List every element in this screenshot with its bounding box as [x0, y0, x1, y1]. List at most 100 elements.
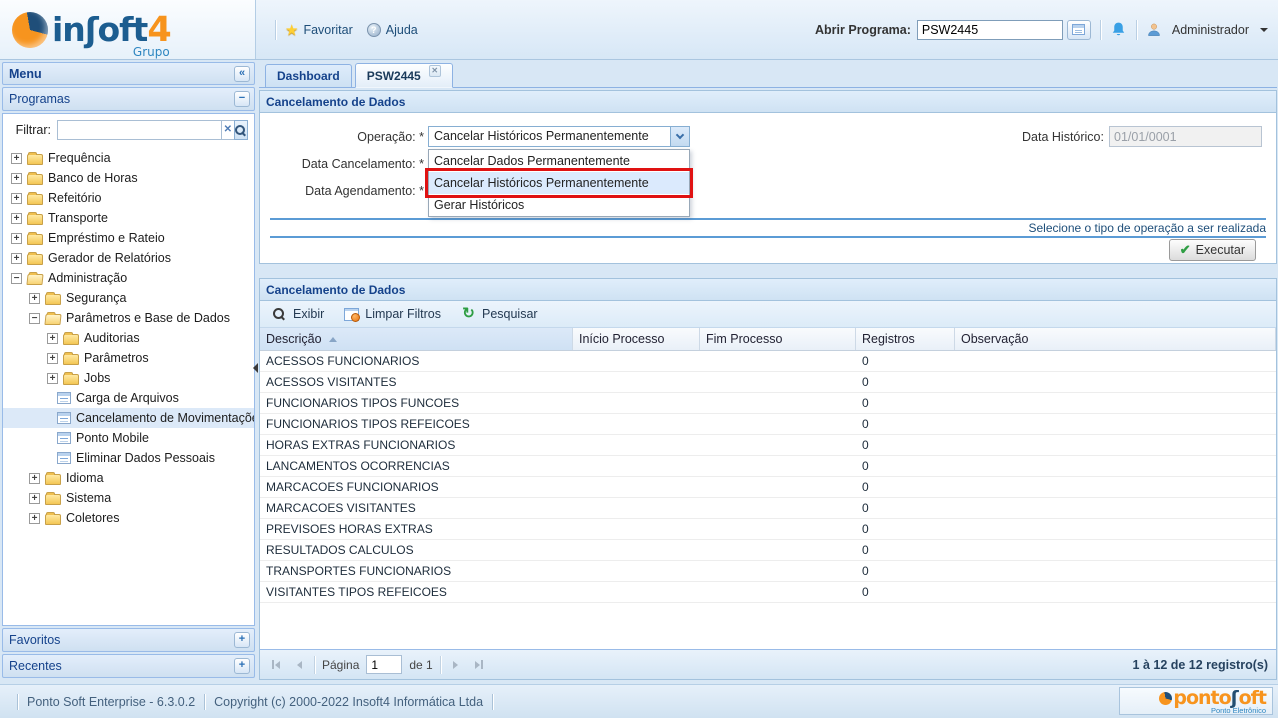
pesquisar-button[interactable]: Pesquisar [453, 305, 546, 323]
column-header-descricao[interactable]: Descrição [260, 328, 573, 350]
tree-item-jobs[interactable]: + Jobs [3, 368, 254, 388]
notifications-button[interactable] [1110, 21, 1127, 38]
tree-item-gerador-de-relatorios[interactable]: + Gerador de Relatórios [3, 248, 254, 268]
executar-button[interactable]: ✔ Executar [1168, 239, 1256, 261]
recentes-header[interactable]: Recentes + [2, 654, 255, 678]
dropdown-option-cancelar-dados-permanentemente[interactable]: Cancelar Dados Permanentemente [429, 150, 689, 172]
next-page-button[interactable] [448, 657, 464, 673]
expand-icon[interactable]: + [11, 252, 22, 264]
favoritar-button[interactable]: ★ Favoritar [285, 21, 353, 39]
folder-icon [45, 471, 61, 485]
first-page-button[interactable] [268, 657, 284, 673]
sidebar-splitter[interactable] [253, 60, 258, 684]
expand-favoritos-button[interactable]: + [234, 632, 250, 648]
expand-icon[interactable]: + [29, 492, 40, 504]
expand-icon[interactable]: + [29, 292, 40, 304]
tree-item-carga-de-arquivos[interactable]: Carga de Arquivos [3, 388, 254, 408]
user-menu[interactable]: Administrador [1146, 22, 1268, 38]
separator [204, 693, 206, 710]
table-row[interactable]: PREVISOES HORAS EXTRAS 0 [260, 519, 1276, 540]
collapse-sidebar-button[interactable]: « [234, 65, 250, 82]
table-row[interactable]: FUNCIONARIOS TIPOS REFEICOES 0 [260, 414, 1276, 435]
tree-item-auditorias[interactable]: + Auditorias [3, 328, 254, 348]
table-row[interactable]: MARCACOES VISITANTES 0 [260, 498, 1276, 519]
clear-filter-button[interactable]: ✕ [221, 120, 234, 140]
tree-item-refeitorio[interactable]: + Refeitório [3, 188, 254, 208]
grid-column-headers: Descrição Início Processo Fim Processo Regi… [260, 328, 1276, 351]
expand-recentes-button[interactable]: + [234, 658, 250, 674]
programs-tree-panel: Filtrar: ✕ + Frequência + Banco de Horas + Re… [2, 113, 255, 626]
tree-item-frequencia[interactable]: + Frequência [3, 148, 254, 168]
filter-search-button[interactable] [233, 120, 248, 140]
program-browse-icon [1072, 24, 1086, 35]
expand-icon[interactable]: + [47, 332, 58, 344]
data-cancelamento-label: Data Cancelamento: * [301, 157, 424, 171]
combo-trigger-button[interactable] [670, 127, 689, 146]
tree-item-idioma[interactable]: + Idioma [3, 468, 254, 488]
separator [1099, 19, 1101, 40]
tree-item-eliminar-dados-pessoais[interactable]: Eliminar Dados Pessoais [3, 448, 254, 468]
favoritos-title: Favoritos [9, 633, 61, 647]
tree-item-emprestimo-e-rateio[interactable]: + Empréstimo e Rateio [3, 228, 254, 248]
favoritos-header[interactable]: Favoritos + [2, 628, 255, 652]
last-page-button[interactable] [471, 657, 487, 673]
tree-item-parametros[interactable]: + Parâmetros [3, 348, 254, 368]
tree-item-seguranca[interactable]: + Segurança [3, 288, 254, 308]
table-row[interactable]: RESULTADOS CALCULOS 0 [260, 540, 1276, 561]
column-header-observacao[interactable]: Observação [955, 328, 1276, 350]
ajuda-button[interactable]: ? Ajuda [366, 22, 418, 37]
collapse-programas-button[interactable]: − [234, 91, 250, 107]
page-number-input[interactable] [366, 655, 403, 674]
exibir-button[interactable]: Exibir [264, 305, 332, 323]
column-header-registros[interactable]: Registros [856, 328, 955, 350]
tree-item-parametros-e-base-de-dados[interactable]: − Parâmetros e Base de Dados [3, 308, 254, 328]
tree-item-transporte[interactable]: + Transporte [3, 208, 254, 228]
expand-icon[interactable]: + [47, 352, 58, 364]
expand-icon[interactable]: + [11, 172, 22, 184]
cell-observacao [955, 414, 1276, 434]
tree-item-cancelamento-de-movimentacoes[interactable]: Cancelamento de Movimentações [3, 408, 254, 428]
programas-header[interactable]: Programas − [2, 87, 255, 111]
expand-icon[interactable]: + [47, 372, 58, 384]
tree-item-banco-de-horas[interactable]: + Banco de Horas [3, 168, 254, 188]
table-row[interactable]: TRANSPORTES FUNCIONARIOS 0 [260, 561, 1276, 582]
expand-icon[interactable]: + [11, 192, 22, 204]
tree-item-administracao[interactable]: − Administração [3, 268, 254, 288]
column-header-fim-processo[interactable]: Fim Processo [700, 328, 856, 350]
table-row[interactable]: VISITANTES TIPOS REFEICOES 0 [260, 582, 1276, 603]
expand-icon[interactable]: + [11, 152, 22, 164]
dropdown-option-cancelar-historicos-permanentemente[interactable]: Cancelar Históricos Permanentemente [425, 168, 693, 198]
dropdown-option-gerar-historicos[interactable]: Gerar Históricos [429, 194, 689, 216]
cell-inicio_processo [573, 540, 700, 560]
column-header-inicio-processo[interactable]: Início Processo [573, 328, 700, 350]
operacao-combobox[interactable]: Cancelar Históricos Permanentemente [428, 126, 690, 147]
tree-item-label: Carga de Arquivos [76, 391, 179, 405]
table-row[interactable]: HORAS EXTRAS FUNCIONARIOS 0 [260, 435, 1276, 456]
close-tab-icon[interactable]: ✕ [428, 64, 441, 77]
tree-item-sistema[interactable]: + Sistema [3, 488, 254, 508]
table-row[interactable]: ACESSOS VISITANTES 0 [260, 372, 1276, 393]
open-program-button[interactable] [1066, 19, 1091, 40]
limpar-filtros-button[interactable]: Limpar Filtros [336, 305, 449, 323]
program-code-input[interactable] [916, 19, 1063, 40]
expand-icon[interactable]: + [11, 232, 22, 244]
table-row[interactable]: FUNCIONARIOS TIPOS FUNCOES 0 [260, 393, 1276, 414]
tab-psw2445[interactable]: PSW2445 ✕ [354, 63, 453, 88]
table-row[interactable]: LANCAMENTOS OCORRENCIAS 0 [260, 456, 1276, 477]
collapse-icon[interactable]: − [29, 312, 40, 324]
table-row[interactable]: ACESSOS FUNCIONARIOS 0 [260, 351, 1276, 372]
expand-icon[interactable]: + [29, 512, 40, 524]
tree-item-ponto-mobile[interactable]: Ponto Mobile [3, 428, 254, 448]
column-label: Observação [961, 332, 1029, 346]
expand-icon[interactable]: + [11, 212, 22, 224]
tree-item-coletores[interactable]: + Coletores [3, 508, 254, 528]
collapse-icon[interactable]: − [11, 272, 22, 284]
filter-input[interactable] [57, 120, 221, 140]
table-row[interactable]: MARCACOES FUNCIONARIOS 0 [260, 477, 1276, 498]
previous-page-button[interactable] [291, 657, 307, 673]
divider [270, 236, 1266, 238]
collapse-handle-icon[interactable] [253, 363, 258, 373]
tab-dashboard[interactable]: Dashboard [265, 64, 352, 87]
expand-icon[interactable]: + [29, 472, 40, 484]
divider [270, 218, 1266, 220]
